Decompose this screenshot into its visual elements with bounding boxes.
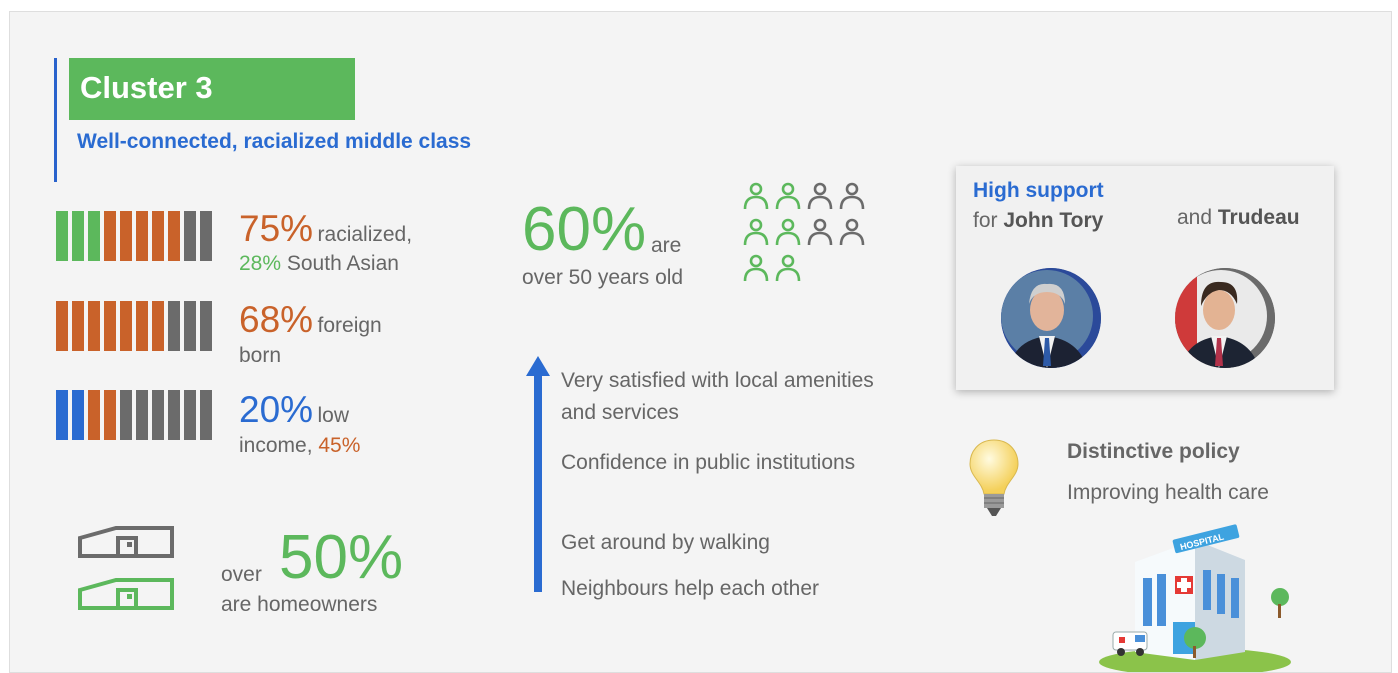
low-income-stat: 20% low [239, 390, 349, 430]
bar-segment [120, 390, 132, 440]
bar-segment [168, 301, 180, 351]
age-value: 60% [522, 195, 647, 264]
bar-segment [72, 211, 84, 261]
satisfaction-item: Get around by walking [561, 531, 770, 554]
hospital-icon: HOSPITAL [1099, 524, 1291, 672]
bar-segment [120, 301, 132, 351]
south-asian-stat: 28% South Asian [239, 252, 399, 276]
satisfaction-item: Neighbours help each other [561, 577, 820, 600]
person-icon [807, 182, 833, 210]
racialized-bars [56, 211, 212, 261]
person-icon [775, 182, 801, 210]
foreign-born-bars [56, 301, 212, 351]
bar-segment [120, 211, 132, 261]
bar-segment [104, 211, 116, 261]
bar-segment [152, 211, 164, 261]
bar-segment [152, 390, 164, 440]
racialized-label: racialized, [317, 223, 413, 246]
age-are: are [651, 234, 682, 257]
bar-segment [200, 301, 212, 351]
arrow-up-icon [526, 356, 550, 592]
people-icon [743, 182, 865, 282]
bar-segment [136, 390, 148, 440]
house-icon [78, 526, 174, 558]
bar-segment [184, 211, 196, 261]
bar-segment [56, 390, 68, 440]
policy-text: Improving health care [1067, 481, 1269, 504]
low-income-label: low [317, 404, 350, 427]
bar-segment [72, 301, 84, 351]
bar-segment [88, 390, 100, 440]
bar-segment [104, 301, 116, 351]
bar-segment [168, 390, 180, 440]
person-icon [743, 218, 769, 246]
low-income-bars [56, 390, 212, 440]
foreign-born-stat: 68% foreign [239, 300, 382, 340]
person-icon [839, 218, 865, 246]
support-trudeau: and Trudeau [1177, 206, 1300, 230]
bar-segment [88, 301, 100, 351]
low-income-line2: income, 45% [239, 434, 360, 458]
bar-segment [56, 301, 68, 351]
foreign-born-value: 68% [239, 299, 314, 340]
person-icon [839, 182, 865, 210]
person-icon [775, 218, 801, 246]
bar-segment [56, 211, 68, 261]
foreign-born-label: foreign [317, 314, 382, 337]
bar-segment [72, 390, 84, 440]
south-asian-value: 28% [239, 252, 282, 275]
bar-segment [104, 390, 116, 440]
tory-portrait [1001, 268, 1101, 368]
support-for-text: for [973, 209, 998, 232]
policy-heading: Distinctive policy [1067, 440, 1240, 463]
foreign-born-label2: born [239, 344, 282, 367]
person-icon [807, 218, 833, 246]
homeowners-prefix: over [221, 563, 262, 586]
support-heading: High support [973, 179, 1104, 202]
trudeau-name: Trudeau [1217, 206, 1300, 229]
person-icon [743, 254, 769, 282]
bar-segment [136, 301, 148, 351]
trudeau-portrait [1175, 268, 1275, 368]
racialized-value: 75% [239, 208, 314, 249]
age-label: over 50 years old [522, 266, 684, 289]
bar-segment [152, 301, 164, 351]
support-tory: for John Tory [973, 209, 1103, 233]
south-asian-label: South Asian [286, 252, 399, 275]
tory-name: John Tory [1003, 209, 1104, 232]
bar-segment [184, 390, 196, 440]
satisfaction-item: Very satisfied with local amenities and … [561, 369, 874, 424]
cluster-title: Cluster 3 [80, 70, 213, 105]
homeowners-value: 50% [279, 523, 404, 592]
bar-segment [136, 211, 148, 261]
lightbulb-icon [969, 439, 1019, 516]
title-accent-bar [54, 58, 57, 182]
slide: Cluster 3 Well-connected, racialized mid… [9, 11, 1392, 673]
bar-segment [184, 301, 196, 351]
bar-segment [88, 211, 100, 261]
person-icon [775, 254, 801, 282]
low-income-sub-value: 45% [318, 434, 361, 457]
low-income-value: 20% [239, 389, 314, 430]
cluster-subtitle: Well-connected, racialized middle class [77, 130, 472, 153]
bar-segment [200, 390, 212, 440]
racialized-stat: 75% racialized, [239, 209, 412, 249]
bar-segment [168, 211, 180, 261]
low-income-label2: income, [239, 434, 313, 457]
support-and-text: and [1177, 206, 1213, 229]
person-icon [743, 182, 769, 210]
bar-segment [200, 211, 212, 261]
house-icon [78, 578, 174, 610]
satisfaction-item: Confidence in public institutions [561, 451, 856, 474]
homeowners-label: are homeowners [221, 593, 378, 616]
